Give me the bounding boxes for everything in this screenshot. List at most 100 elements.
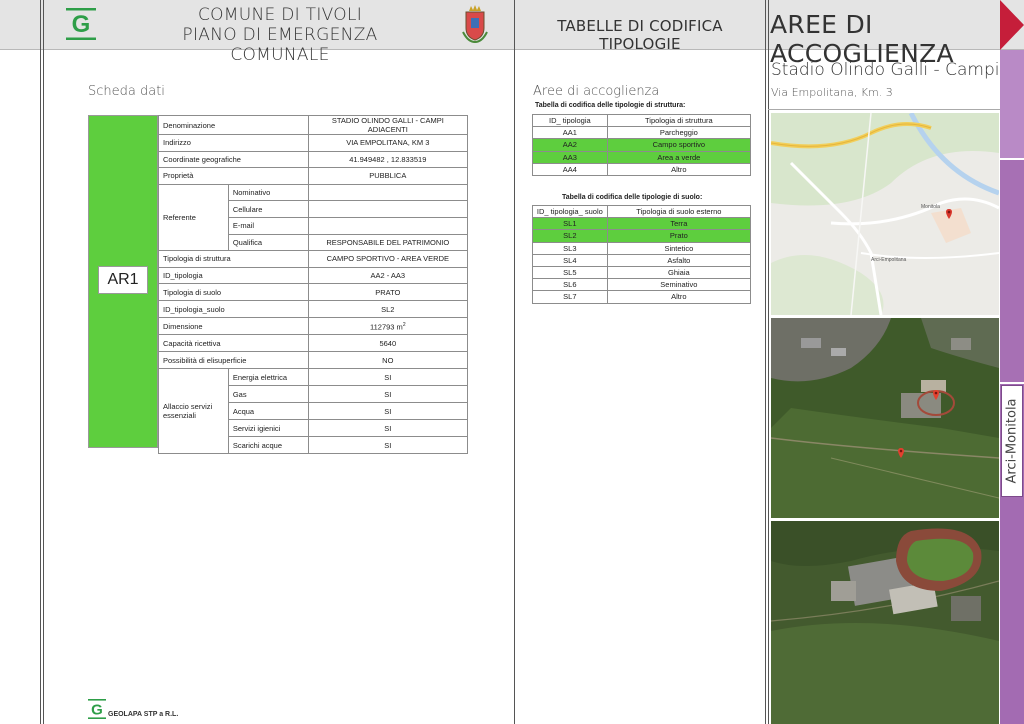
code-name: Ghiaia xyxy=(606,265,752,280)
row-value: RESPONSABILE DEL PATRIMONIO xyxy=(307,233,469,252)
purple-strip-top xyxy=(1000,50,1024,158)
row-value: SI xyxy=(307,419,469,438)
footer-company: GEOLAPA STP a R.L. xyxy=(108,711,179,718)
code-id: AA4 xyxy=(532,162,608,176)
header-name: Tipologia di suolo esterno xyxy=(606,204,752,219)
row-label: Qualifica xyxy=(227,233,309,252)
table-row: SL5 Ghiaia xyxy=(532,265,752,280)
page-header: G COMUNE DI TIVOLI PIANO DI EMERGENZA CO… xyxy=(0,0,1024,68)
code-id: SL5 xyxy=(532,265,608,280)
table-row: Dimensione 112793 m2 xyxy=(158,317,469,336)
struttura-body: AA1 Parcheggio AA2 Campo sportivo AA3 Area a … xyxy=(532,126,752,176)
code-id: AA3 xyxy=(532,150,608,164)
row-label: Servizi igienici xyxy=(227,419,309,438)
stadio-name: Stadio Olindo Galli - Campi xyxy=(771,60,1000,80)
row-label: Possibilità di elisuperficie xyxy=(158,351,309,370)
row-label: E-mail xyxy=(227,216,309,235)
right-header-rule xyxy=(768,50,1000,110)
row-label: Denominazione xyxy=(158,115,309,135)
dimensione-unit-sup: 2 xyxy=(402,321,406,328)
table-header-row: ID_ tipologia_ suolo Tipologia di suolo … xyxy=(532,204,752,219)
header-name: Tipologia di struttura xyxy=(606,113,752,128)
code-name: Terra xyxy=(606,217,752,231)
stadio-address: Via Empolitana, Km. 3 xyxy=(771,86,893,99)
row-label: Nominativo xyxy=(227,183,309,202)
code-name: Parcheggio xyxy=(606,126,752,140)
row-label: Gas xyxy=(227,385,309,404)
allaccio-label: Allaccio servizi essenziali xyxy=(158,368,229,455)
code-name: Sintetico xyxy=(606,241,752,255)
comune-line-2: PIANO DI EMERGENZA COMUNALE xyxy=(182,25,378,65)
row-label: Tipologia di suolo xyxy=(158,283,309,302)
table-row: SL3 Sintetico xyxy=(532,241,752,255)
satellite-view-2 xyxy=(771,521,999,724)
map-place-label: Arci-Empolitana xyxy=(871,257,907,263)
code-id: SL1 xyxy=(532,217,608,231)
row-value xyxy=(307,216,469,235)
row-value: SI xyxy=(307,368,469,387)
header-id: ID_ tipologia xyxy=(532,113,608,128)
code-id: AA1 xyxy=(532,126,608,140)
row-label: Energia elettrica xyxy=(227,368,309,387)
row-label: Capacità ricettiva xyxy=(158,334,309,353)
table-row: Coordinate geografiche 41.949482 , 12.83… xyxy=(158,150,469,169)
table-row: Indirizzo VIA EMPOLITANA, KM 3 xyxy=(158,134,469,152)
struttura-code-table: ID_ tipologia Tipologia di struttura AA1… xyxy=(532,113,752,176)
footer-logo-letter: G xyxy=(91,702,103,719)
header-id: ID_ tipologia_ suolo xyxy=(532,204,608,219)
table-row: AA1 Parcheggio xyxy=(532,126,752,140)
referente-label: Referente xyxy=(158,183,229,252)
suolo-body: SL1 Terra SL2 Prato SL3 Sintetico SL4 Asfalto SL… xyxy=(532,217,752,304)
suolo-code-table: ID_ tipologia_ suolo Tipologia di suolo … xyxy=(532,204,752,304)
table-row: Denominazione STADIO OLINDO GALLI - CAMP… xyxy=(158,115,469,135)
row-value: SI xyxy=(307,436,469,455)
table-row: SL7 Altro xyxy=(532,290,752,304)
left-margin-line xyxy=(40,0,44,724)
table-row: AA4 Altro xyxy=(532,162,752,176)
row-value xyxy=(307,200,469,218)
road-map: Monitola Arci-Empolitana xyxy=(771,113,999,315)
aree-title: Aree di accoglienza xyxy=(533,84,660,99)
code-id: SL6 xyxy=(532,278,608,292)
row-label: Proprietà xyxy=(158,167,309,185)
satellite-graphic-2 xyxy=(771,521,999,724)
code-id: SL3 xyxy=(532,241,608,255)
row-value: 5640 xyxy=(307,334,469,353)
code-name: Prato xyxy=(606,229,752,243)
table-row: Proprietà PUBBLICA xyxy=(158,167,469,185)
table-row: SL6 Seminativo xyxy=(532,278,752,292)
row-value: SI xyxy=(307,402,469,421)
table-row: AA3 Area a verde xyxy=(532,150,752,164)
row-label: Dimensione xyxy=(158,317,309,336)
code-name: Altro xyxy=(606,162,752,176)
row-value: PUBBLICA xyxy=(307,167,469,185)
row-value xyxy=(307,183,469,202)
row-value: SI xyxy=(307,385,469,404)
row-value: 112793 m2 xyxy=(307,317,469,336)
code-name: Asfalto xyxy=(606,253,752,267)
table-row: ID_tipologia_suolo SL2 xyxy=(158,300,469,319)
code-name: Seminativo xyxy=(606,278,752,292)
row-label: ID_tipologia_suolo xyxy=(158,300,309,319)
row-label: Scarichi acque xyxy=(227,436,309,455)
struttura-caption: Tabella di codifica delle tipologie di s… xyxy=(535,102,686,109)
table-row: Capacità ricettiva 5640 xyxy=(158,334,469,353)
satellite-view-1 xyxy=(771,318,999,518)
right-divider-1 xyxy=(765,0,766,724)
row-value: NO xyxy=(307,351,469,370)
comune-line-1: COMUNE DI TIVOLI xyxy=(197,5,363,25)
code-name: Campo sportivo xyxy=(606,138,752,152)
row-value: AA2 - AA3 xyxy=(307,266,469,285)
table-row: AA2 Campo sportivo xyxy=(532,138,752,152)
table-row: Referente Nominativo xyxy=(158,183,469,252)
comune-title: COMUNE DI TIVOLI PIANO DI EMERGENZA COMU… xyxy=(130,5,430,65)
scheda-dati-table: Denominazione STADIO OLINDO GALLI - CAMP… xyxy=(158,115,469,455)
row-label: Indirizzo xyxy=(158,134,309,152)
row-label: Tipologia di struttura xyxy=(158,250,309,268)
code-name: Altro xyxy=(606,290,752,304)
purple-strip-band xyxy=(1000,160,1024,382)
table-row: SL4 Asfalto xyxy=(532,253,752,267)
zone-label-box: Arci-Monitola xyxy=(1001,385,1023,497)
table-row: SL2 Prato xyxy=(532,229,752,243)
row-value: STADIO OLINDO GALLI - CAMPI ADIACENTI xyxy=(307,115,469,135)
